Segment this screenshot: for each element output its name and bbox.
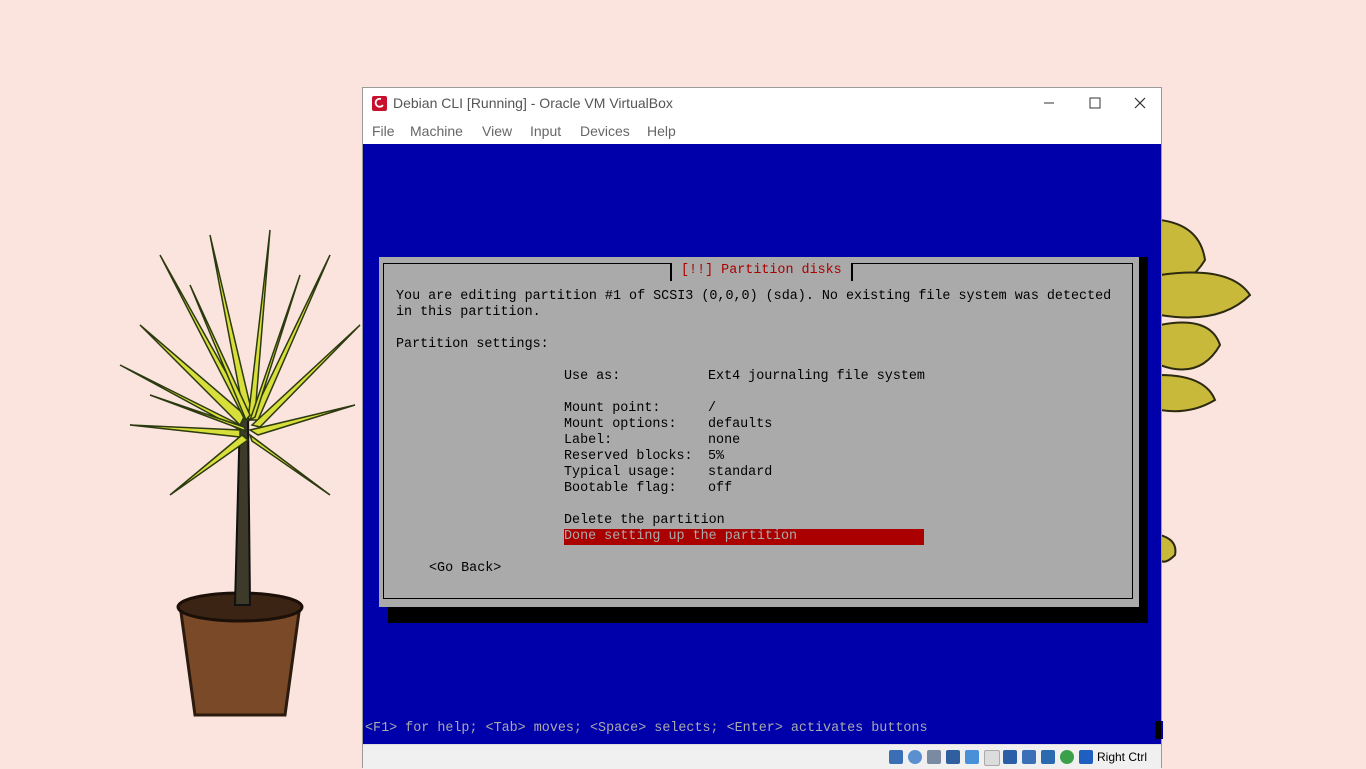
- display-icon[interactable]: [1003, 750, 1017, 764]
- plant-leaves-illustration: [1160, 218, 1252, 563]
- virtualization-icon[interactable]: [1041, 750, 1055, 764]
- maximize-icon: [1089, 97, 1101, 109]
- setting-value: 5%: [708, 449, 725, 464]
- plant-wallpaper-illustration: [119, 229, 361, 717]
- host-key-label: Right Ctrl: [1097, 750, 1148, 764]
- intro-text-line2: in this partition.: [396, 305, 541, 320]
- maximize-button[interactable]: [1072, 88, 1118, 118]
- close-icon: [1134, 97, 1146, 109]
- keyboard-icon[interactable]: [1079, 750, 1093, 764]
- dialog-title: [!!] Partition disks: [670, 263, 853, 281]
- setting-value: standard: [708, 465, 773, 480]
- menu-help[interactable]: Help: [647, 123, 676, 139]
- virtualbox-window: Debian CLI [Running] - Oracle VM Virtual…: [362, 87, 1163, 769]
- setting-label: Reserved blocks:: [564, 449, 693, 464]
- setting-label: Typical usage:: [564, 465, 677, 480]
- delete-partition-option[interactable]: Delete the partition: [564, 513, 725, 529]
- optical-drive-icon[interactable]: [908, 750, 922, 764]
- window-title: Debian CLI [Running] - Oracle VM Virtual…: [393, 95, 673, 111]
- setting-value: defaults: [708, 417, 773, 432]
- setting-label: Label:: [564, 433, 613, 448]
- mouse-integration-icon[interactable]: [1060, 750, 1074, 764]
- settings-heading: Partition settings:: [396, 337, 549, 352]
- keyboard-hint-bar: <F1> for help; <Tab> moves; <Space> sele…: [363, 721, 1163, 739]
- minimize-button[interactable]: [1026, 88, 1072, 118]
- menu-view[interactable]: View: [482, 123, 512, 139]
- menu-devices[interactable]: Devices: [580, 123, 630, 139]
- close-button[interactable]: [1117, 88, 1163, 118]
- menu-input[interactable]: Input: [530, 123, 561, 139]
- network-icon[interactable]: [946, 750, 960, 764]
- done-setting-up-option[interactable]: Done setting up the partition: [564, 529, 924, 545]
- status-bar: Right Ctrl: [363, 744, 1161, 769]
- setting-value: /: [708, 401, 717, 416]
- guest-display[interactable]: [!!] Partition disks You are editing par…: [363, 144, 1163, 744]
- go-back-button[interactable]: <Go Back>: [429, 561, 501, 577]
- setting-value: none: [708, 433, 741, 448]
- shared-folders-icon[interactable]: [984, 750, 1000, 766]
- virtualbox-app-icon: [372, 96, 387, 111]
- hard-disk-icon[interactable]: [889, 750, 903, 764]
- minimize-icon: [1044, 102, 1054, 104]
- partition-dialog: [!!] Partition disks You are editing par…: [379, 257, 1139, 607]
- menu-machine[interactable]: Machine: [410, 123, 463, 139]
- menu-file[interactable]: File: [372, 123, 395, 139]
- audio-icon[interactable]: [927, 750, 941, 764]
- title-bar[interactable]: Debian CLI [Running] - Oracle VM Virtual…: [363, 88, 1161, 118]
- setting-label: Bootable flag:: [564, 481, 677, 496]
- setting-label: Mount options:: [564, 417, 677, 432]
- hint-bar-edge: [1155, 721, 1161, 739]
- setting-value: Ext4 journaling file system: [708, 369, 925, 384]
- setting-value: off: [708, 481, 733, 496]
- menu-bar: File Machine View Input Devices Help: [363, 118, 1161, 144]
- intro-text-line1: You are editing partition #1 of SCSI3 (0…: [396, 289, 1112, 304]
- usb-icon[interactable]: [965, 750, 979, 764]
- setting-label: Use as:: [564, 369, 621, 384]
- video-capture-icon[interactable]: [1022, 750, 1036, 764]
- setting-label: Mount point:: [564, 401, 661, 416]
